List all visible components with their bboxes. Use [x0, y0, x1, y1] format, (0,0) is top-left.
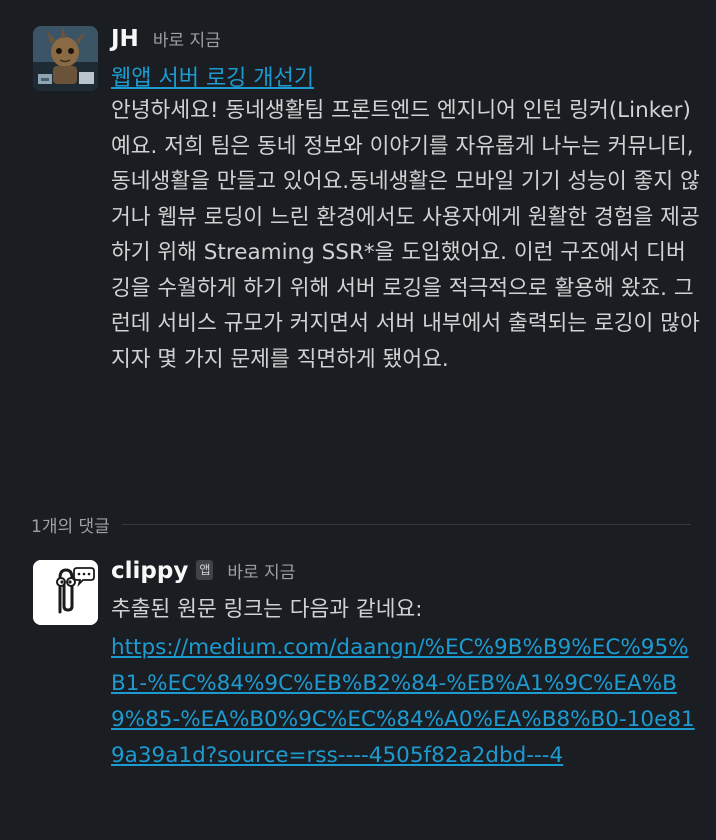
author-name[interactable]: clippy	[111, 558, 188, 584]
thread-divider: 1개의 댓글	[31, 512, 691, 537]
app-badge: 앱	[196, 560, 214, 580]
reply-count[interactable]: 1개의 댓글	[31, 512, 122, 537]
paperclip-icon	[33, 560, 98, 625]
post-title-link[interactable]: 웹앱 서버 로깅 개선기	[111, 60, 314, 92]
avatar-clippy[interactable]	[33, 560, 98, 625]
avatar-jh[interactable]	[33, 26, 98, 91]
timestamp[interactable]: 바로 지금	[227, 558, 295, 583]
reply-text: 추출된 원문 링크는 다음과 같네요:	[111, 597, 423, 622]
timestamp[interactable]: 바로 지금	[153, 26, 221, 51]
source-url-link[interactable]: https://medium.com/daangn/%EC%9B%B9%EC%9…	[111, 630, 702, 774]
post-body-text: 안녕하세요! 동네생활팀 프론트엔드 엔지니어 인턴 링커(Linker)예요.…	[111, 98, 700, 372]
author-name[interactable]: JH	[111, 26, 139, 52]
message-pane: JH 바로 지금 웹앱 서버 로깅 개선기 안녕하세요! 동네생활팀 프론트엔드…	[0, 0, 716, 840]
divider-line	[121, 523, 691, 525]
groot-avatar-icon	[33, 26, 98, 91]
